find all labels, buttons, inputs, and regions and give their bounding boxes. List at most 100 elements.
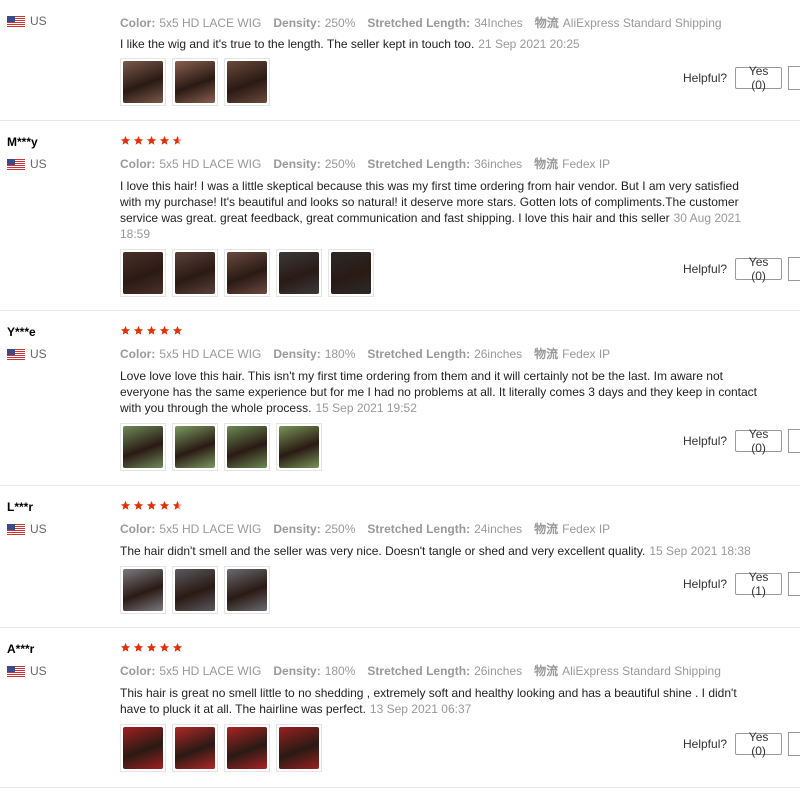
review-photo-thumbnail[interactable] [120,249,166,297]
star-icon [172,642,183,652]
star-icon [159,135,170,145]
photo-image [279,426,319,468]
photo-image [175,252,215,294]
option-value-color: 5x5 HD LACE WIG [159,347,262,361]
review-body: Love love love this hair. This isn't my … [120,369,758,415]
review-item: L***r US Color: 5x5 HD LACE WIG Density: 250%… [0,486,800,628]
review-photo-thumbnail[interactable] [276,249,322,297]
review-photo-thumbnail[interactable] [172,423,218,471]
helpful-yes-button[interactable]: Yes (0) [735,427,783,455]
option-value-color: 5x5 HD LACE WIG [159,16,262,30]
review-photo-thumbnail[interactable] [224,58,270,106]
review-date: 13 Sep 2021 06:37 [369,702,472,716]
star-icon [133,642,144,652]
review-photo-thumbnail[interactable] [276,724,322,772]
option-label-length: Stretched Length: [367,664,471,678]
review-photos [120,724,322,772]
review-text: I love this hair! I was a little skeptic… [120,178,760,242]
reviewer-name: A***r [7,642,35,656]
photo-image [227,252,267,294]
photo-image [175,426,215,468]
review-photo-thumbnail[interactable] [120,566,166,614]
country-label: US [30,14,47,28]
star-icon [120,500,131,510]
review-text: The hair didn't smell and the seller was… [120,543,760,559]
option-label-length: Stretched Length: [367,347,471,361]
star-icon [146,135,157,145]
option-label-color: Color: [120,16,156,30]
product-options: Color: 5x5 HD LACE WIG Density: 180% Stretch… [120,662,733,679]
review-photo-thumbnail[interactable] [172,249,218,297]
reviewer-country: US [7,664,47,678]
helpful-no-button[interactable] [788,732,800,756]
us-flag-icon [7,523,25,535]
review-photo-thumbnail[interactable] [224,566,270,614]
helpful-section: Helpful? Yes (0) [683,427,800,455]
option-label-shipping: 物流 [534,16,559,30]
review-item: M***y US Color: 5x5 HD LACE WIG Density: 250%… [0,121,800,311]
review-photo-thumbnail[interactable] [276,423,322,471]
product-options: Color: 5x5 HD LACE WIG Density: 180% Stretch… [120,345,622,362]
us-flag-icon [7,158,25,170]
photo-image [123,252,163,294]
review-text: This hair is great no smell little to no… [120,685,760,717]
review-date: 15 Sep 2021 19:52 [315,401,417,415]
reviewer-name: M***y [7,135,38,149]
option-label-shipping: 物流 [534,157,559,171]
star-icon [133,325,144,335]
helpful-no-button[interactable] [788,572,800,596]
review-photo-thumbnail[interactable] [172,724,218,772]
review-photo-thumbnail[interactable] [120,724,166,772]
review-photo-thumbnail[interactable] [224,724,270,772]
option-value-color: 5x5 HD LACE WIG [159,522,262,536]
option-value-density: 250% [324,157,356,171]
reviewer-country: US [7,522,47,536]
helpful-section: Helpful? Yes (0) [683,255,800,283]
review-date: 15 Sep 2021 18:38 [649,544,751,558]
helpful-no-button[interactable] [788,429,800,453]
helpful-section: Helpful? Yes (0) [683,64,800,92]
helpful-label: Helpful? [683,71,728,85]
option-value-shipping: AliExpress Standard Shipping [562,16,722,30]
star-icon [120,135,131,145]
option-label-density: Density: [273,522,321,536]
option-label-shipping: 物流 [534,522,559,536]
option-label-density: Density: [273,347,321,361]
review-text: I like the wig and it's true to the leng… [120,36,760,52]
star-icon [120,325,131,335]
review-photos [120,423,322,471]
review-photo-thumbnail[interactable] [328,249,374,297]
review-photos [120,249,374,297]
review-photo-thumbnail[interactable] [224,249,270,297]
helpful-label: Helpful? [683,577,728,591]
helpful-yes-button[interactable]: Yes (0) [735,730,783,758]
option-value-shipping: AliExpress Standard Shipping [562,664,721,678]
review-photo-thumbnail[interactable] [224,423,270,471]
review-photo-thumbnail[interactable] [120,58,166,106]
helpful-no-button[interactable] [788,257,800,281]
review-photo-thumbnail[interactable] [120,423,166,471]
photo-image [123,727,163,769]
option-label-length: Stretched Length: [367,16,471,30]
review-photo-thumbnail[interactable] [172,58,218,106]
photo-image [279,727,319,769]
helpful-no-button[interactable] [788,66,800,90]
star-icon [133,135,144,145]
photo-image [123,61,163,103]
option-value-length: 34Inches [474,16,523,30]
star-rating [120,642,183,655]
product-options: Color: 5x5 HD LACE WIG Density: 250% Stretch… [120,155,622,172]
helpful-yes-button[interactable]: Yes (0) [735,255,783,283]
option-label-length: Stretched Length: [367,157,471,171]
option-value-shipping: Fedex IP [562,157,611,171]
photo-image [175,727,215,769]
option-value-density: 250% [324,16,356,30]
helpful-yes-button[interactable]: Yes (0) [735,64,783,92]
star-half-icon [172,500,183,510]
review-body: The hair didn't smell and the seller was… [120,544,646,558]
star-rating [120,500,183,513]
star-icon [146,325,157,335]
review-photo-thumbnail[interactable] [172,566,218,614]
star-rating [120,135,183,148]
helpful-yes-button[interactable]: Yes (1) [735,570,783,598]
